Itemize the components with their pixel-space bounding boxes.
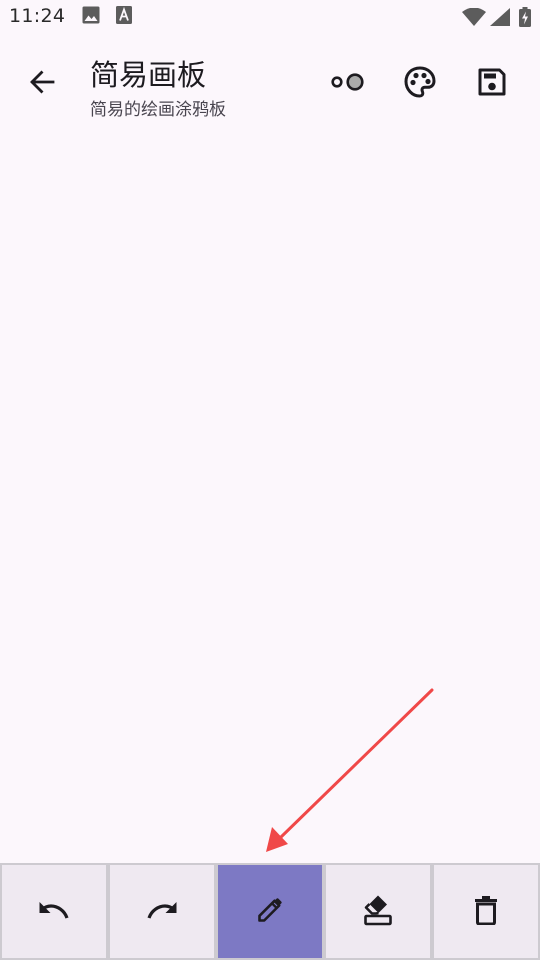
drawing-canvas[interactable] [0,132,540,863]
brush-size-icon [330,72,366,96]
arrow-back-icon [29,69,55,99]
clear-button[interactable] [432,863,540,960]
eraser-icon [362,893,394,931]
palette-button[interactable] [396,60,444,108]
redo-button[interactable] [108,863,216,960]
save-button[interactable] [468,60,516,108]
undo-button[interactable] [0,863,108,960]
back-button[interactable] [18,62,66,106]
signal-icon [490,8,510,30]
page-subtitle: 简易的绘画涂鸦板 [90,100,226,120]
app-bar: 简易画板 简易的绘画涂鸦板 [0,36,540,132]
battery-charging-icon [519,7,531,31]
bottom-toolbar [0,863,540,960]
palette-icon [403,65,437,103]
brush-size-button[interactable] [324,60,372,108]
redo-icon [145,899,179,925]
trash-icon [474,895,498,929]
page-title: 简易画板 [90,58,207,92]
status-time: 11:24 [9,5,66,27]
image-icon [82,6,100,28]
eraser-button[interactable] [324,863,432,960]
wifi-icon [462,7,486,30]
pen-button[interactable] [216,863,324,960]
pencil-icon [255,895,285,929]
undo-icon [37,899,71,925]
status-bar: 11:24 [0,0,540,36]
text-a-icon [116,6,132,28]
save-icon [477,67,507,101]
